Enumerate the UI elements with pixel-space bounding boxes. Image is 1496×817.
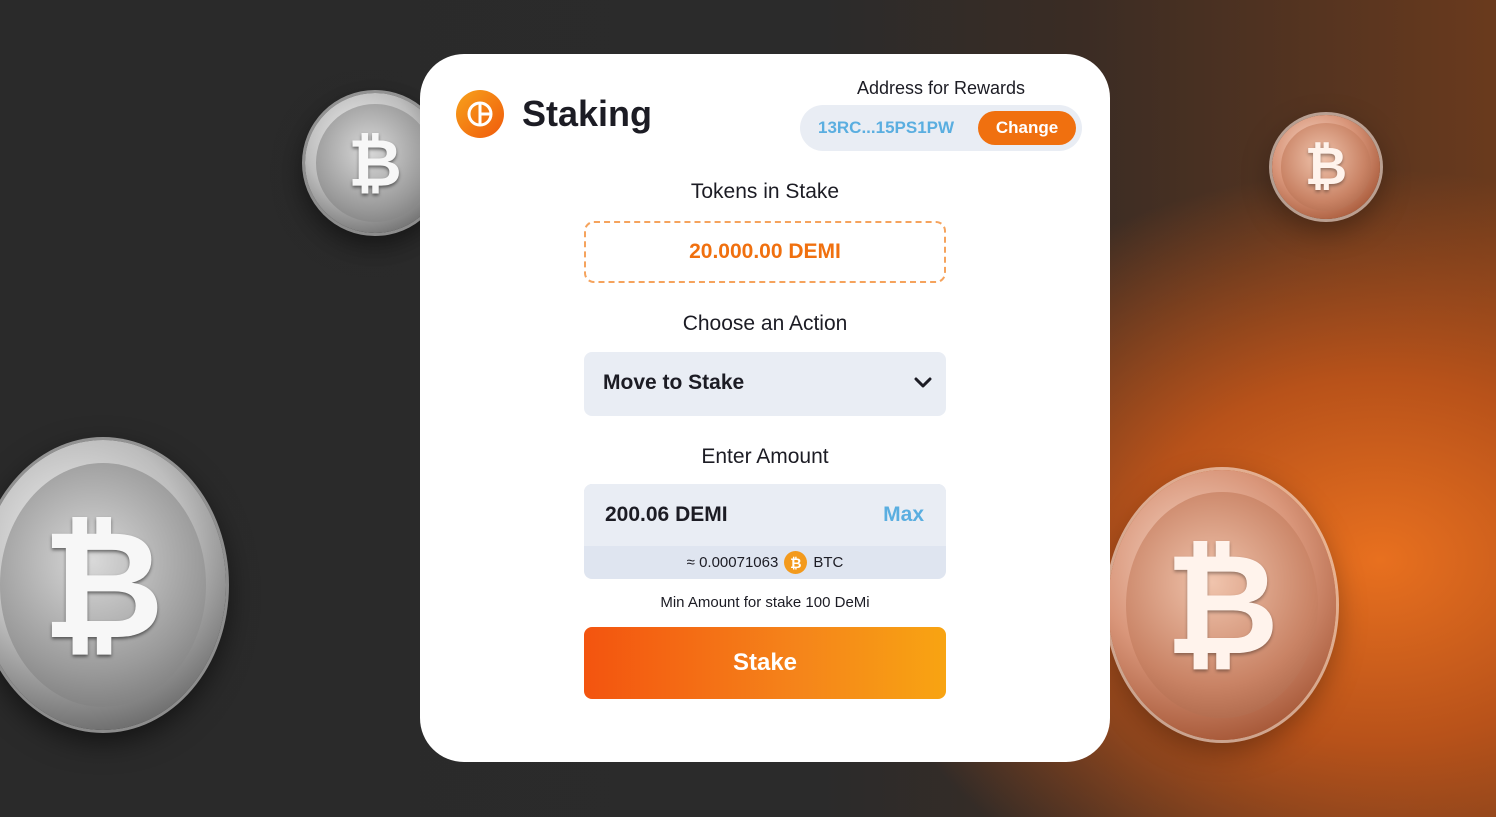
enter-amount-label: Enter Amount [701, 445, 829, 468]
choose-action-label: Choose an Action [682, 312, 848, 335]
bitcoin-symbol-icon: ₿ [316, 104, 434, 222]
rewards-address-label: Address for Rewards [856, 78, 1026, 98]
bitcoin-coin-decoration: ₿ [0, 440, 226, 730]
btc-conversion-value: ≈ 0.00071063 [686, 554, 779, 571]
btc-currency-label: BTC [813, 554, 844, 571]
page-title: Staking [522, 93, 653, 134]
bitcoin-coin-decoration: ₿ [1272, 115, 1380, 219]
action-select[interactable]: Move to Stake [584, 352, 946, 416]
action-select-value: Move to Stake [603, 371, 745, 394]
bitcoin-symbol-icon: ₿ [1126, 491, 1318, 719]
change-address-button[interactable]: Change [978, 111, 1076, 145]
staking-logo-icon [456, 90, 504, 138]
rewards-address-field: 13RC...15PS1PW Change [800, 105, 1082, 151]
bitcoin-symbol-icon: ₿ [0, 463, 207, 707]
amount-input-value: 200.06 DEMI [605, 503, 728, 526]
staking-card: Staking Address for Rewards 13RC...15PS1… [420, 54, 1110, 762]
max-amount-button[interactable]: Max [883, 503, 924, 527]
amount-field: 200.06 DEMI Max ≈ 0.00071063 ₿ BTC [584, 484, 946, 579]
tokens-in-stake-label: Tokens in Stake [690, 180, 840, 203]
bitcoin-coin-decoration: ₿ [1108, 470, 1336, 740]
chevron-down-icon [914, 377, 932, 388]
rewards-address-value: 13RC...15PS1PW [818, 118, 955, 137]
bitcoin-symbol-icon: ₿ [1280, 123, 1372, 211]
btc-conversion: ≈ 0.00071063 ₿ BTC [584, 551, 946, 574]
amount-input[interactable]: 200.06 DEMI Max [584, 484, 946, 546]
bitcoin-icon: ₿ [784, 551, 808, 574]
min-amount-note: Min Amount for stake 100 DeMi [660, 594, 870, 611]
stake-button[interactable]: Stake [584, 627, 946, 699]
tokens-in-stake-value: 20.000.00 DEMI [584, 221, 946, 283]
